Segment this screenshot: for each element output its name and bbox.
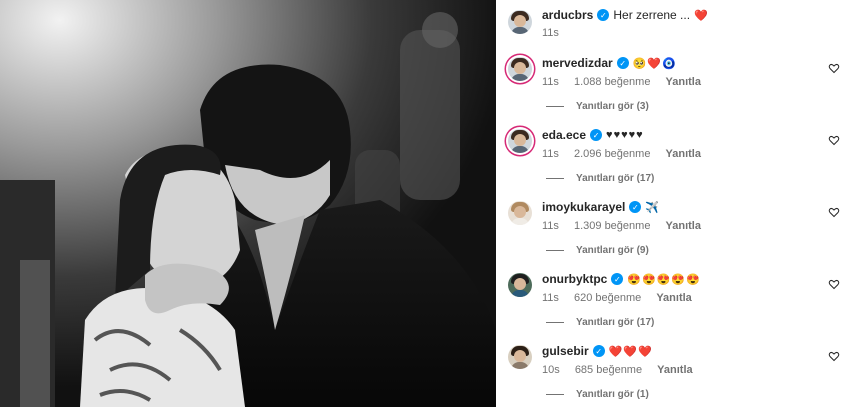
view-replies-button[interactable]: Yanıtları gör (17) [546, 317, 654, 328]
comment-text: 😍😍😍😍😍 [627, 273, 701, 286]
view-replies-label: Yanıtları gör (17) [576, 173, 655, 184]
reply-button[interactable]: Yanıtla [666, 76, 701, 88]
comment-time[interactable]: 11s [542, 76, 559, 88]
comment-avatar[interactable] [508, 273, 532, 297]
comment-text: ✈️ [645, 201, 661, 214]
post-caption: arducbrs ✓ Her zerrene ... ❤️ 11s [508, 8, 838, 48]
comment-item: onurbyktpc ✓ 😍😍😍😍😍 11s 620 beğenme Yanıt… [508, 269, 848, 339]
verified-icon: ✓ [597, 9, 610, 21]
comment-time[interactable]: 11s [542, 148, 559, 160]
view-replies-label: Yanıtları gör (9) [576, 245, 649, 256]
post-photo-image [0, 0, 496, 407]
view-replies-label: Yanıtları gör (1) [576, 389, 649, 400]
comment-item: eda.ece ✓ ♥♥♥♥♥ 11s 2.096 beğenme Yanıtl… [508, 125, 848, 195]
comment-text: ♥♥♥♥♥ [606, 129, 644, 141]
comment-time[interactable]: 10s [542, 364, 560, 376]
view-replies-button[interactable]: Yanıtları gör (17) [546, 173, 654, 184]
view-replies-label: Yanıtları gör (17) [576, 317, 655, 328]
comment-likes[interactable]: 2.096 beğenme [574, 148, 650, 160]
like-heart-icon[interactable] [828, 350, 840, 362]
caption-text: Her zerrene ... [613, 8, 691, 22]
reply-button[interactable]: Yanıtla [656, 292, 691, 304]
view-replies-button[interactable]: Yanıtları gör (1) [546, 389, 649, 400]
comment-item: imoykukarayel ✓ ✈️ 11s 1.309 beğenme Yan… [508, 197, 848, 267]
caption-emoji: ❤️ [694, 9, 709, 22]
verified-icon: ✓ [616, 57, 629, 69]
verified-icon: ✓ [590, 129, 603, 141]
view-replies-button[interactable]: Yanıtları gör (9) [546, 245, 649, 256]
author-avatar[interactable] [508, 10, 532, 34]
comment-username[interactable]: mervedizdar [542, 56, 613, 70]
comment-likes[interactable]: 1.088 beğenme [574, 76, 650, 88]
like-heart-icon[interactable] [828, 278, 840, 290]
view-replies-label: Yanıtları gör (3) [576, 101, 649, 112]
reply-button[interactable]: Yanıtla [666, 148, 701, 160]
comment-avatar[interactable] [508, 345, 532, 369]
reply-button[interactable]: Yanıtla [657, 364, 692, 376]
comment-username[interactable]: gulsebir [542, 344, 589, 358]
verified-icon: ✓ [592, 345, 605, 357]
replies-dash [546, 106, 564, 107]
verified-icon: ✓ [611, 273, 624, 285]
comment-time[interactable]: 11s [542, 292, 559, 304]
replies-dash [546, 322, 564, 323]
comment-likes[interactable]: 1.309 beğenme [574, 220, 650, 232]
comment-avatar[interactable] [508, 129, 532, 153]
comment-text: 🥺❤️🧿 [632, 57, 677, 70]
comment-text: ❤️❤️❤️ [608, 345, 653, 358]
comment-avatar[interactable] [508, 57, 532, 81]
comment-username[interactable]: imoykukarayel [542, 200, 625, 214]
like-heart-icon[interactable] [828, 62, 840, 74]
post-photo[interactable] [0, 0, 496, 407]
author-username[interactable]: arducbrs [542, 8, 593, 22]
comment-username[interactable]: onurbyktpc [542, 272, 607, 286]
comment-likes[interactable]: 685 beğenme [575, 364, 642, 376]
comment-item: mervedizdar ✓ 🥺❤️🧿 11s 1.088 beğenme Yan… [508, 53, 848, 123]
comment-avatar[interactable] [508, 201, 532, 225]
like-heart-icon[interactable] [828, 206, 840, 218]
comments-panel: arducbrs ✓ Her zerrene ... ❤️ 11s merved… [496, 0, 850, 407]
comment-item: gulsebir ✓ ❤️❤️❤️ 10s 685 beğenme Yanıtl… [508, 341, 848, 407]
verified-icon: ✓ [629, 201, 642, 213]
view-replies-button[interactable]: Yanıtları gör (3) [546, 101, 649, 112]
like-heart-icon[interactable] [828, 134, 840, 146]
comment-username[interactable]: eda.ece [542, 128, 586, 142]
comment-time[interactable]: 11s [542, 220, 559, 232]
reply-button[interactable]: Yanıtla [666, 220, 701, 232]
replies-dash [546, 394, 564, 395]
replies-dash [546, 178, 564, 179]
replies-dash [546, 250, 564, 251]
comment-likes[interactable]: 620 beğenme [574, 292, 641, 304]
post-time[interactable]: 11s [542, 27, 559, 39]
